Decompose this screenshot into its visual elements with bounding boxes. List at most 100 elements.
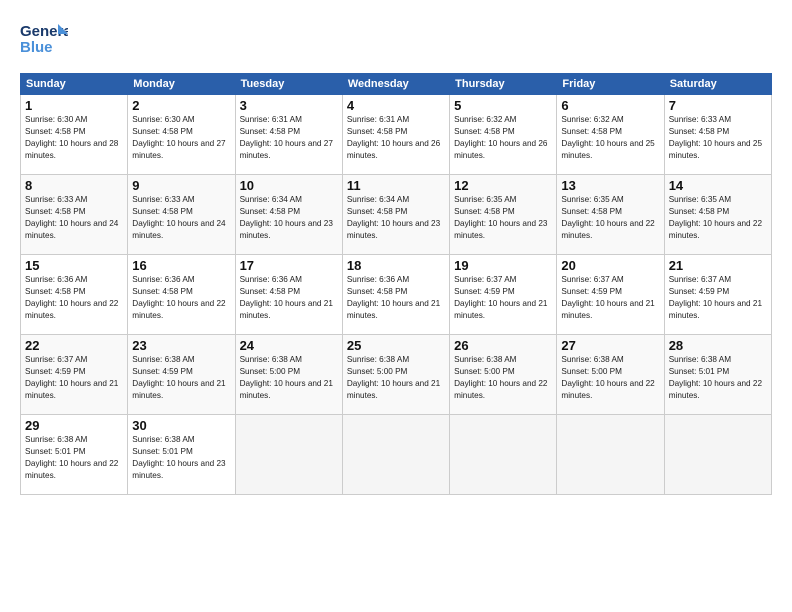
day-info: Sunrise: 6:36 AMSunset: 4:58 PMDaylight:…	[347, 275, 440, 320]
calendar-week-row: 29 Sunrise: 6:38 AMSunset: 5:01 PMDaylig…	[21, 415, 772, 495]
day-number: 11	[347, 178, 445, 193]
calendar-day-cell: 6 Sunrise: 6:32 AMSunset: 4:58 PMDayligh…	[557, 95, 664, 175]
calendar-week-row: 22 Sunrise: 6:37 AMSunset: 4:59 PMDaylig…	[21, 335, 772, 415]
day-number: 27	[561, 338, 659, 353]
day-number: 19	[454, 258, 552, 273]
calendar-day-cell: 9 Sunrise: 6:33 AMSunset: 4:58 PMDayligh…	[128, 175, 235, 255]
calendar-day-cell: 15 Sunrise: 6:36 AMSunset: 4:58 PMDaylig…	[21, 255, 128, 335]
day-number: 14	[669, 178, 767, 193]
day-info: Sunrise: 6:34 AMSunset: 4:58 PMDaylight:…	[347, 195, 440, 240]
calendar-day-cell: 5 Sunrise: 6:32 AMSunset: 4:58 PMDayligh…	[450, 95, 557, 175]
calendar-day-cell	[450, 415, 557, 495]
day-number: 28	[669, 338, 767, 353]
day-info: Sunrise: 6:30 AMSunset: 4:58 PMDaylight:…	[25, 115, 118, 160]
calendar-day-cell: 27 Sunrise: 6:38 AMSunset: 5:00 PMDaylig…	[557, 335, 664, 415]
day-number: 24	[240, 338, 338, 353]
day-number: 26	[454, 338, 552, 353]
calendar-day-cell: 23 Sunrise: 6:38 AMSunset: 4:59 PMDaylig…	[128, 335, 235, 415]
calendar-header-cell: Friday	[557, 74, 664, 95]
calendar-day-cell: 28 Sunrise: 6:38 AMSunset: 5:01 PMDaylig…	[664, 335, 771, 415]
day-number: 5	[454, 98, 552, 113]
day-info: Sunrise: 6:38 AMSunset: 5:01 PMDaylight:…	[669, 355, 762, 400]
calendar-day-cell: 10 Sunrise: 6:34 AMSunset: 4:58 PMDaylig…	[235, 175, 342, 255]
calendar-day-cell	[342, 415, 449, 495]
day-number: 13	[561, 178, 659, 193]
calendar-header-cell: Thursday	[450, 74, 557, 95]
day-number: 18	[347, 258, 445, 273]
calendar-day-cell: 22 Sunrise: 6:37 AMSunset: 4:59 PMDaylig…	[21, 335, 128, 415]
calendar-day-cell	[557, 415, 664, 495]
day-info: Sunrise: 6:35 AMSunset: 4:58 PMDaylight:…	[454, 195, 547, 240]
day-number: 7	[669, 98, 767, 113]
day-info: Sunrise: 6:36 AMSunset: 4:58 PMDaylight:…	[240, 275, 333, 320]
calendar-week-row: 1 Sunrise: 6:30 AMSunset: 4:58 PMDayligh…	[21, 95, 772, 175]
day-info: Sunrise: 6:38 AMSunset: 5:01 PMDaylight:…	[25, 435, 118, 480]
day-number: 6	[561, 98, 659, 113]
calendar-day-cell	[664, 415, 771, 495]
day-number: 22	[25, 338, 123, 353]
day-info: Sunrise: 6:38 AMSunset: 5:00 PMDaylight:…	[347, 355, 440, 400]
day-info: Sunrise: 6:37 AMSunset: 4:59 PMDaylight:…	[454, 275, 547, 320]
calendar-day-cell: 12 Sunrise: 6:35 AMSunset: 4:58 PMDaylig…	[450, 175, 557, 255]
day-info: Sunrise: 6:37 AMSunset: 4:59 PMDaylight:…	[669, 275, 762, 320]
day-info: Sunrise: 6:37 AMSunset: 4:59 PMDaylight:…	[561, 275, 654, 320]
calendar-day-cell: 16 Sunrise: 6:36 AMSunset: 4:58 PMDaylig…	[128, 255, 235, 335]
calendar-table: SundayMondayTuesdayWednesdayThursdayFrid…	[20, 73, 772, 495]
day-number: 4	[347, 98, 445, 113]
calendar-day-cell: 20 Sunrise: 6:37 AMSunset: 4:59 PMDaylig…	[557, 255, 664, 335]
calendar-day-cell	[235, 415, 342, 495]
day-number: 29	[25, 418, 123, 433]
logo-icon: General Blue	[20, 18, 68, 60]
calendar-header-cell: Monday	[128, 74, 235, 95]
day-info: Sunrise: 6:33 AMSunset: 4:58 PMDaylight:…	[669, 115, 762, 160]
day-info: Sunrise: 6:38 AMSunset: 5:00 PMDaylight:…	[240, 355, 333, 400]
calendar-week-row: 8 Sunrise: 6:33 AMSunset: 4:58 PMDayligh…	[21, 175, 772, 255]
day-info: Sunrise: 6:31 AMSunset: 4:58 PMDaylight:…	[347, 115, 440, 160]
day-number: 16	[132, 258, 230, 273]
header: General Blue	[20, 18, 772, 65]
calendar-day-cell: 19 Sunrise: 6:37 AMSunset: 4:59 PMDaylig…	[450, 255, 557, 335]
calendar-day-cell: 3 Sunrise: 6:31 AMSunset: 4:58 PMDayligh…	[235, 95, 342, 175]
day-number: 2	[132, 98, 230, 113]
day-info: Sunrise: 6:38 AMSunset: 5:01 PMDaylight:…	[132, 435, 225, 480]
calendar-day-cell: 25 Sunrise: 6:38 AMSunset: 5:00 PMDaylig…	[342, 335, 449, 415]
day-number: 23	[132, 338, 230, 353]
svg-text:Blue: Blue	[20, 39, 53, 56]
calendar-header-cell: Sunday	[21, 74, 128, 95]
day-number: 30	[132, 418, 230, 433]
page: General Blue SundayMondayTuesdayWednesda…	[0, 0, 792, 612]
day-info: Sunrise: 6:34 AMSunset: 4:58 PMDaylight:…	[240, 195, 333, 240]
calendar-header-cell: Wednesday	[342, 74, 449, 95]
day-number: 12	[454, 178, 552, 193]
calendar-day-cell: 24 Sunrise: 6:38 AMSunset: 5:00 PMDaylig…	[235, 335, 342, 415]
logo: General Blue	[20, 18, 68, 65]
calendar-header-cell: Tuesday	[235, 74, 342, 95]
day-info: Sunrise: 6:33 AMSunset: 4:58 PMDaylight:…	[25, 195, 118, 240]
calendar-week-row: 15 Sunrise: 6:36 AMSunset: 4:58 PMDaylig…	[21, 255, 772, 335]
day-number: 1	[25, 98, 123, 113]
calendar-day-cell: 21 Sunrise: 6:37 AMSunset: 4:59 PMDaylig…	[664, 255, 771, 335]
day-info: Sunrise: 6:38 AMSunset: 5:00 PMDaylight:…	[561, 355, 654, 400]
day-info: Sunrise: 6:35 AMSunset: 4:58 PMDaylight:…	[561, 195, 654, 240]
day-info: Sunrise: 6:32 AMSunset: 4:58 PMDaylight:…	[454, 115, 547, 160]
day-number: 21	[669, 258, 767, 273]
day-info: Sunrise: 6:33 AMSunset: 4:58 PMDaylight:…	[132, 195, 225, 240]
calendar-day-cell: 8 Sunrise: 6:33 AMSunset: 4:58 PMDayligh…	[21, 175, 128, 255]
calendar-day-cell: 11 Sunrise: 6:34 AMSunset: 4:58 PMDaylig…	[342, 175, 449, 255]
day-info: Sunrise: 6:35 AMSunset: 4:58 PMDaylight:…	[669, 195, 762, 240]
day-info: Sunrise: 6:30 AMSunset: 4:58 PMDaylight:…	[132, 115, 225, 160]
day-number: 17	[240, 258, 338, 273]
calendar-day-cell: 29 Sunrise: 6:38 AMSunset: 5:01 PMDaylig…	[21, 415, 128, 495]
calendar-day-cell: 7 Sunrise: 6:33 AMSunset: 4:58 PMDayligh…	[664, 95, 771, 175]
calendar-day-cell: 17 Sunrise: 6:36 AMSunset: 4:58 PMDaylig…	[235, 255, 342, 335]
day-info: Sunrise: 6:37 AMSunset: 4:59 PMDaylight:…	[25, 355, 118, 400]
day-number: 8	[25, 178, 123, 193]
calendar-day-cell: 30 Sunrise: 6:38 AMSunset: 5:01 PMDaylig…	[128, 415, 235, 495]
day-info: Sunrise: 6:32 AMSunset: 4:58 PMDaylight:…	[561, 115, 654, 160]
calendar-day-cell: 26 Sunrise: 6:38 AMSunset: 5:00 PMDaylig…	[450, 335, 557, 415]
day-number: 10	[240, 178, 338, 193]
day-number: 25	[347, 338, 445, 353]
calendar-day-cell: 2 Sunrise: 6:30 AMSunset: 4:58 PMDayligh…	[128, 95, 235, 175]
calendar-day-cell: 14 Sunrise: 6:35 AMSunset: 4:58 PMDaylig…	[664, 175, 771, 255]
calendar-body: 1 Sunrise: 6:30 AMSunset: 4:58 PMDayligh…	[21, 95, 772, 495]
